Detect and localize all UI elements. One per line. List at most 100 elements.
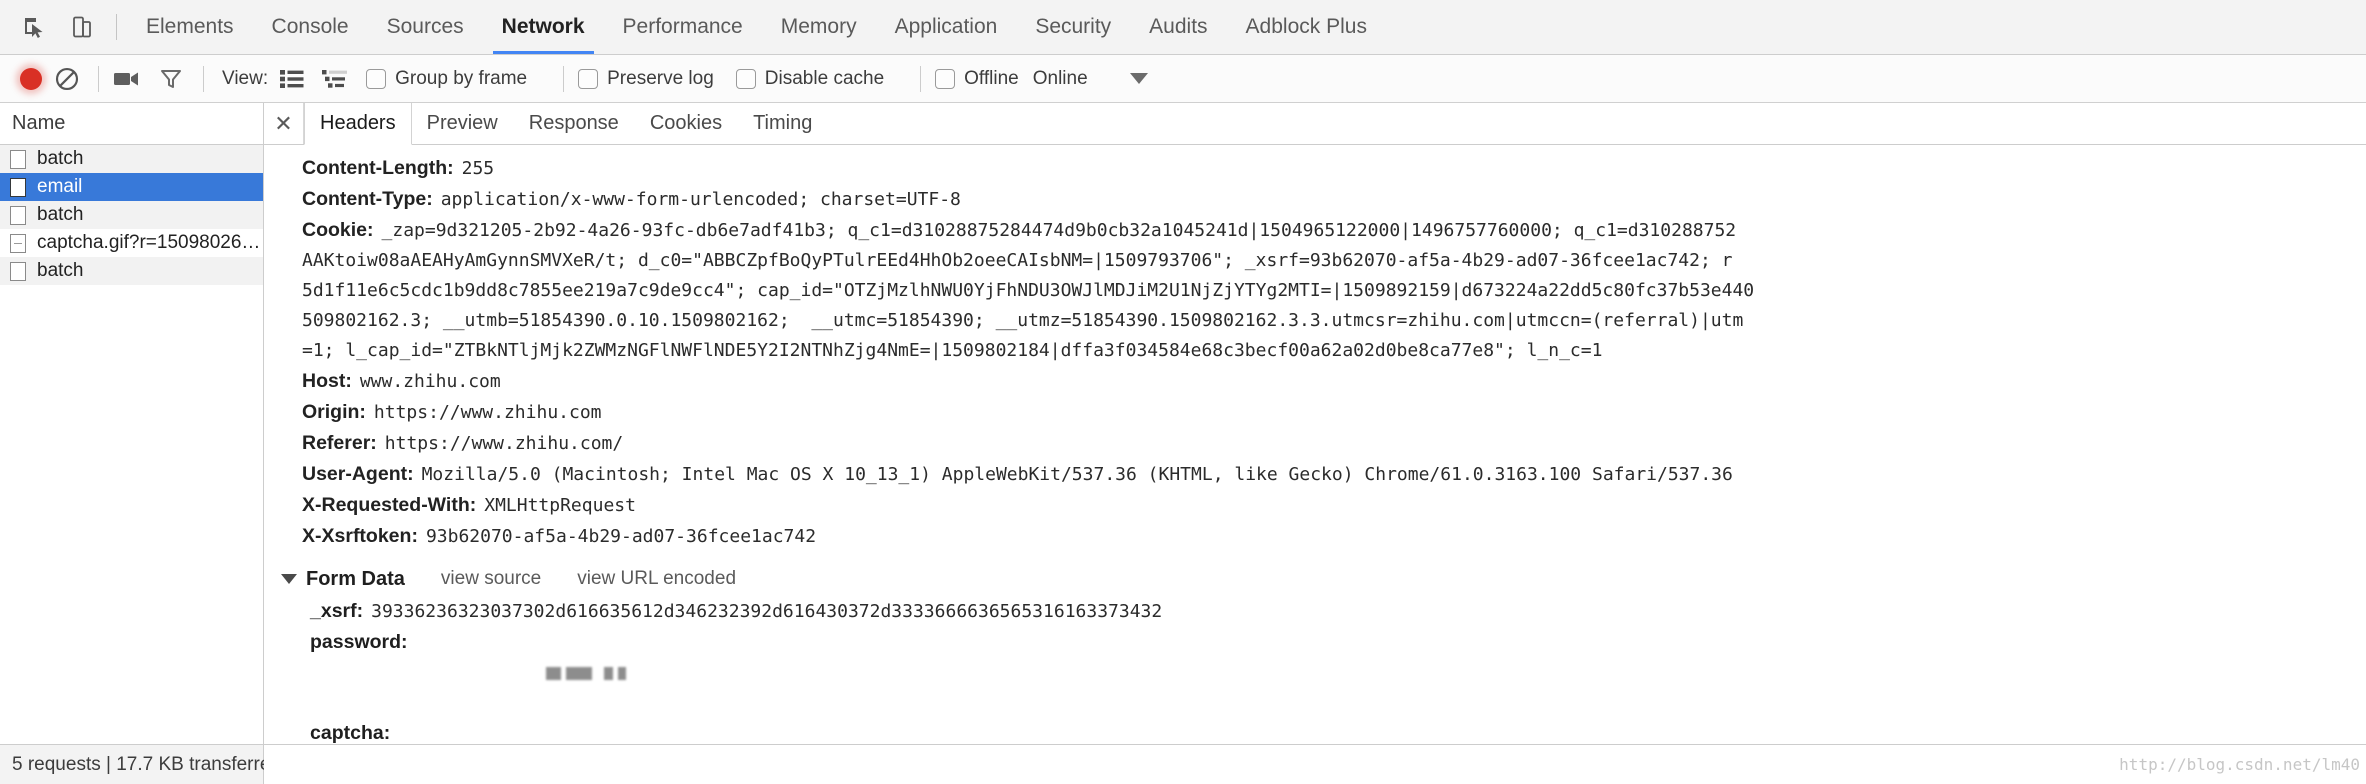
close-icon[interactable]: ✕: [264, 103, 304, 144]
tab-console[interactable]: Console: [253, 0, 368, 54]
checkbox-box[interactable]: [735, 68, 756, 89]
request-summary: 5 requests | 17.7 KB transferred: [0, 745, 281, 784]
form-data-row-xsrf: _xsrf: 39336236323037302d616635612d34623…: [264, 596, 2366, 627]
request-row-batch-2[interactable]: batch: [0, 201, 263, 229]
document-icon: [10, 205, 26, 225]
view-label: View:: [222, 67, 269, 89]
form-data-value-redacted: [416, 628, 631, 718]
header-key: Referer:: [302, 432, 377, 454]
network-toolbar: View: Group by frame Preserve log Disabl…: [0, 55, 2366, 103]
chevron-down-icon[interactable]: [1129, 73, 1148, 84]
request-name: batch: [37, 204, 84, 225]
toolbar-divider: [116, 14, 117, 40]
tab-label: Security: [1035, 15, 1112, 38]
form-data-key: password:: [310, 631, 408, 653]
preserve-log-label: Preserve log: [607, 67, 714, 89]
header-value: www.zhihu.com: [359, 371, 501, 392]
tab-label: Adblock Plus: [1245, 15, 1367, 38]
checkbox-box[interactable]: [935, 68, 956, 89]
form-data-value: {"img_size":[200,44],"input_points":[[63…: [398, 719, 1211, 744]
tab-audits[interactable]: Audits: [1130, 0, 1226, 54]
preserve-log-checkbox[interactable]: Preserve log: [578, 68, 714, 90]
tab-label: Cookies: [649, 112, 723, 134]
group-by-frame-checkbox[interactable]: Group by frame: [366, 68, 527, 90]
inspect-element-icon[interactable]: [10, 0, 58, 54]
chevron-down-icon[interactable]: [281, 574, 297, 584]
disable-cache-checkbox[interactable]: Disable cache: [735, 67, 885, 90]
detail-tab-bar: ✕ Headers Preview Response Cookies Timin…: [264, 103, 2366, 145]
filter-icon[interactable]: [159, 67, 183, 91]
header-value: https://www.zhihu.com: [373, 402, 602, 423]
tab-performance[interactable]: Performance: [604, 0, 762, 54]
tab-network[interactable]: Network: [483, 0, 604, 54]
request-detail-panel: ✕ Headers Preview Response Cookies Timin…: [264, 103, 2366, 744]
tab-timing[interactable]: Timing: [738, 103, 828, 144]
request-row-captcha-gif[interactable]: captcha.gif?r=150980263324…: [0, 229, 263, 257]
header-key: Cookie:: [302, 219, 374, 241]
tab-label: Network: [501, 15, 585, 38]
offline-label: Offline: [964, 67, 1019, 89]
tab-label: Console: [271, 15, 349, 38]
form-data-key: captcha:: [310, 722, 391, 744]
request-name: batch: [37, 148, 84, 169]
tab-security[interactable]: Security: [1016, 0, 1130, 54]
camera-icon[interactable]: [113, 68, 141, 90]
request-row-email[interactable]: email: [0, 173, 263, 201]
header-value: _zap=9d321205-2b92-4a26-93fc-db6e7adf41b…: [381, 220, 1737, 241]
tab-adblock-plus[interactable]: Adblock Plus: [1227, 0, 1386, 54]
tab-label: Preview: [426, 112, 498, 134]
online-throttle-label[interactable]: Online: [1033, 68, 1088, 90]
document-icon: [10, 177, 26, 197]
devtools-tab-bar: Elements Console Sources Network Perform…: [0, 0, 2366, 55]
clear-icon[interactable]: [54, 66, 80, 92]
checkbox-box[interactable]: [366, 68, 387, 89]
request-summary-text: 5 requests | 17.7 KB transferred: [12, 753, 281, 775]
device-toolbar-icon[interactable]: [58, 0, 106, 54]
tab-memory[interactable]: Memory: [762, 0, 876, 54]
list-view-icon[interactable]: [280, 69, 304, 89]
offline-checkbox[interactable]: Offline: [935, 68, 1019, 90]
tab-sources[interactable]: Sources: [368, 0, 483, 54]
status-bar-right: http://blog.csdn.net/lm40: [264, 745, 2366, 784]
request-row-batch-3[interactable]: batch: [0, 257, 263, 285]
headers-content: Content-Length: 255 Content-Type: applic…: [264, 145, 2366, 744]
disable-cache-label: Disable cache: [764, 67, 885, 89]
header-value: application/x-www-form-urlencoded; chars…: [440, 189, 961, 210]
tab-cookies[interactable]: Cookies: [635, 103, 738, 144]
header-referer: Referer: https://www.zhihu.com/: [264, 428, 2366, 459]
toolbar-divider: [563, 65, 565, 92]
tab-label: Audits: [1149, 15, 1208, 38]
request-row-batch-1[interactable]: batch: [0, 145, 263, 173]
redaction-block: [603, 666, 613, 680]
network-body: Name batch email batch captcha.gif?r=150…: [0, 103, 2366, 744]
header-key: Origin:: [302, 401, 366, 423]
redaction-block: [617, 666, 626, 680]
tab-preview[interactable]: Preview: [412, 103, 514, 144]
tab-elements[interactable]: Elements: [127, 0, 253, 54]
view-source-link[interactable]: view source: [441, 562, 541, 596]
checkbox-box[interactable]: [578, 68, 599, 89]
devtools-window: Elements Console Sources Network Perform…: [0, 0, 2366, 784]
request-list-header: Name: [0, 103, 263, 145]
form-data-value: 39336236323037302d616635612d346232392d61…: [371, 601, 1163, 622]
header-key: X-Xsrftoken:: [302, 525, 418, 547]
header-value: 93b62070-af5a-4b29-ad07-36fcee1ac742: [425, 526, 817, 547]
request-name: email: [37, 176, 83, 197]
tab-response[interactable]: Response: [514, 103, 635, 144]
request-list-panel: Name batch email batch captcha.gif?r=150…: [0, 103, 264, 744]
header-key: Content-Type:: [302, 188, 433, 210]
request-name: batch: [37, 260, 84, 281]
tab-label: Application: [894, 15, 998, 38]
waterfall-view-icon[interactable]: [322, 69, 348, 89]
tab-headers[interactable]: Headers: [304, 103, 412, 145]
tab-label: Elements: [146, 15, 234, 38]
image-icon: [10, 233, 26, 253]
view-url-encoded-link[interactable]: view URL encoded: [577, 562, 736, 596]
tab-application[interactable]: Application: [876, 0, 1017, 54]
header-origin: Origin: https://www.zhihu.com: [264, 397, 2366, 428]
header-key: Content-Length:: [302, 157, 454, 179]
header-value: https://www.zhihu.com/: [384, 433, 624, 454]
record-button-icon[interactable]: [20, 67, 42, 90]
header-cookie: Cookie: _zap=9d321205-2b92-4a26-93fc-db6…: [264, 215, 2366, 246]
form-data-row-captcha: captcha: {"img_size":[200,44],"input_poi…: [264, 718, 2366, 744]
